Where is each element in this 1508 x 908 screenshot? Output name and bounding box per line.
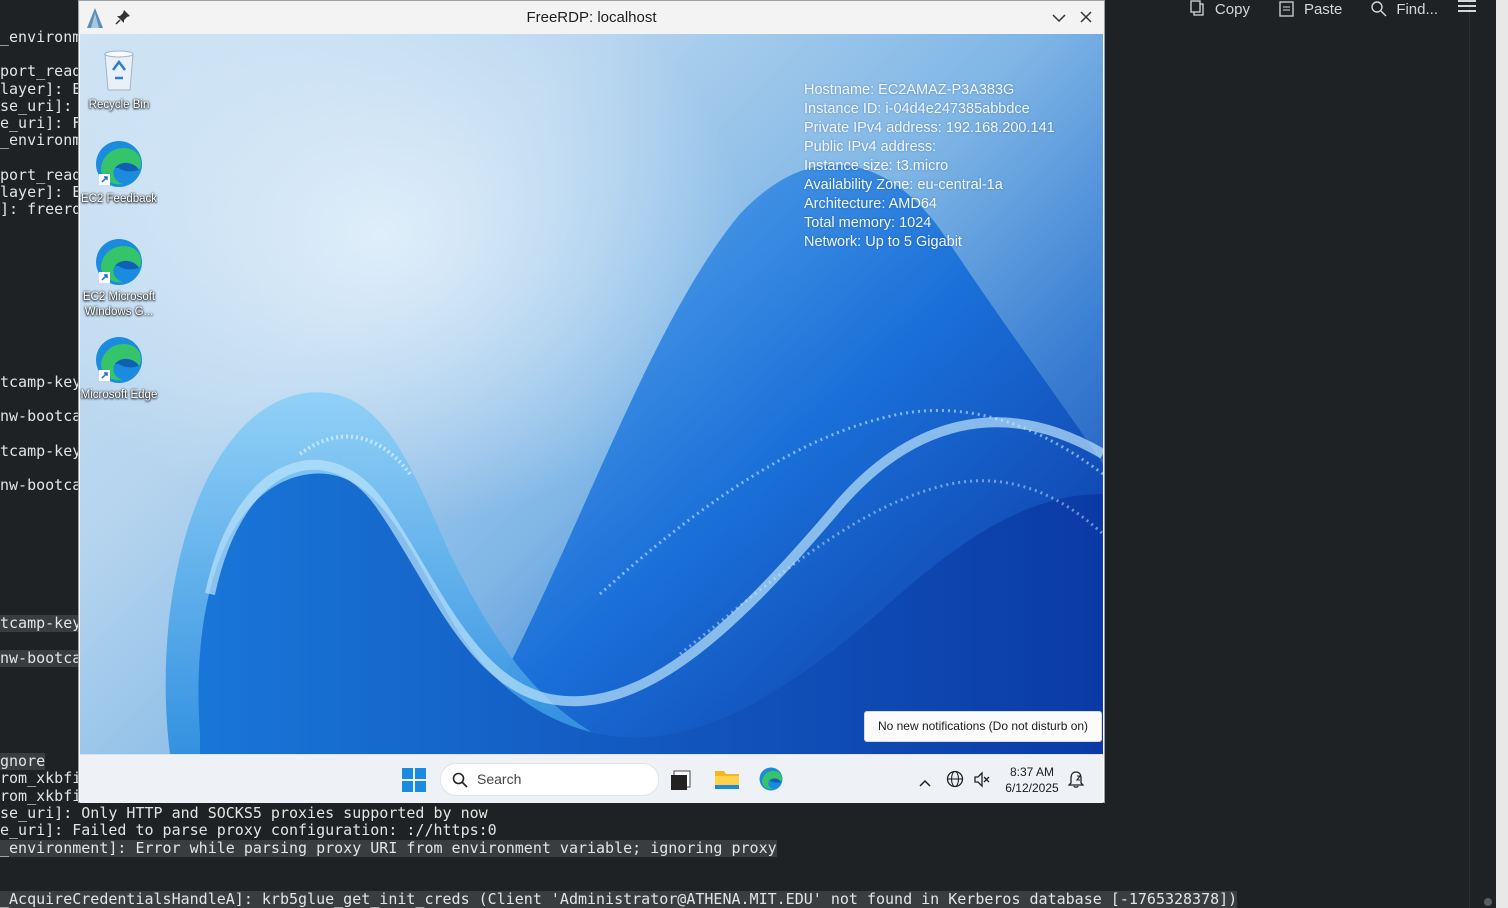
- sysinfo-availability-zone: Availability Zone: eu-central-1a: [804, 177, 1003, 193]
- windows-taskbar: Search 8:37 AM 6/12/2025: [80, 754, 1103, 803]
- desktop-icon-label: Microsoft Edge: [80, 389, 158, 401]
- copy-icon: [1190, 0, 1204, 16]
- paste-button[interactable]: Paste: [1278, 0, 1342, 18]
- desktop-icon-label: EC2 Feedback: [80, 193, 158, 205]
- copy-button[interactable]: Copy: [1189, 0, 1250, 18]
- terminal-line: rom_xkbfi: [0, 769, 82, 787]
- terminal-line: rom_xkbfi: [0, 787, 82, 805]
- terminal-line: se_uri]: Only HTTP and SOCKS5 proxies su…: [0, 804, 488, 822]
- terminal-line: nw-bootca: [0, 476, 82, 494]
- notifications-button[interactable]: [1067, 770, 1085, 792]
- screen-edge: [1496, 0, 1508, 908]
- desktop-icon-microsoft-edge[interactable]: Microsoft Edge: [80, 334, 158, 403]
- desktop-icon-label: EC2 Microsoft Windows G...: [82, 291, 156, 318]
- freerdp-window: FreeRDP: localhost Hostname: EC2AMAZ-P3A…: [79, 1, 1104, 803]
- edge-icon: [93, 334, 145, 386]
- terminal-line: se_uri]:: [0, 97, 82, 115]
- desktop-icon-label: Recycle Bin: [88, 99, 150, 111]
- folder-icon: [715, 771, 739, 789]
- file-explorer-button[interactable]: [714, 767, 740, 795]
- search-icon: [452, 772, 468, 788]
- system-info-overlay: Hostname: EC2AMAZ-P3A383G Instance ID: i…: [804, 81, 1055, 252]
- scrollbar-thumb[interactable]: [1484, 898, 1492, 906]
- show-hidden-icons-button[interactable]: [918, 773, 932, 792]
- terminal-line: layer]: E: [0, 80, 82, 98]
- task-view-button[interactable]: [670, 769, 692, 795]
- taskbar-clock[interactable]: 8:37 AM 6/12/2025: [1002, 764, 1062, 796]
- chevron-up-icon: [919, 779, 931, 787]
- desktop-icon-ec2-feedback[interactable]: EC2 Feedback: [80, 138, 158, 207]
- chevron-down-icon[interactable]: [1051, 11, 1067, 28]
- terminal-line: _environm: [0, 131, 82, 149]
- clock-date: 6/12/2025: [1005, 781, 1059, 795]
- edge-icon: [93, 138, 145, 190]
- volume-button[interactable]: [973, 771, 991, 792]
- edge-icon: [93, 236, 145, 288]
- sysinfo-instance-id: Instance ID: i-04d4e247385abbdce: [804, 101, 1030, 117]
- bell-dnd-icon: [1067, 771, 1085, 788]
- terminal-line: _environm: [0, 28, 82, 46]
- window-titlebar[interactable]: FreeRDP: localhost: [79, 1, 1104, 34]
- terminal-line: e_uri]: F: [0, 114, 82, 132]
- terminal-line: _AcquireCredentialsHandleA]: krb5glue_ge…: [0, 890, 1238, 908]
- terminal-toolbar: Copy Paste Find...: [1189, 0, 1438, 28]
- start-button[interactable]: [402, 768, 426, 796]
- find-label: Find...: [1396, 0, 1438, 18]
- terminal-line: port_read: [0, 166, 82, 184]
- terminal-line: layer]: E: [0, 183, 82, 201]
- close-icon[interactable]: [1079, 10, 1093, 28]
- menu-icon[interactable]: [1458, 0, 1476, 15]
- recycle-bin-icon: [93, 44, 145, 96]
- terminal-line: nw-bootca: [0, 649, 82, 667]
- remote-desktop[interactable]: Hostname: EC2AMAZ-P3A383G Instance ID: i…: [80, 34, 1103, 754]
- taskbar-search-box[interactable]: Search: [440, 763, 659, 796]
- task-view-icon: [671, 770, 691, 790]
- edge-taskbar-button[interactable]: [758, 766, 784, 796]
- terminal-line: ]: freerd: [0, 200, 82, 218]
- terminal-line: tcamp-key: [0, 442, 82, 460]
- globe-icon: [946, 770, 964, 788]
- edge-icon: [759, 767, 783, 791]
- sysinfo-network: Network: Up to 5 Gigabit: [804, 234, 962, 250]
- search-icon: [1371, 1, 1387, 17]
- clock-time: 8:37 AM: [1009, 765, 1055, 779]
- paste-label: Paste: [1303, 0, 1343, 18]
- windows-logo-icon: [402, 768, 426, 792]
- notification-toast[interactable]: No new notifications (Do not disturb on): [864, 711, 1102, 742]
- sysinfo-public-ip: Public IPv4 address:: [804, 139, 937, 155]
- desktop-icon-ec2-windows-guide[interactable]: EC2 Microsoft Windows G...: [80, 236, 158, 320]
- terminal-line: _environment]: Error while parsing proxy…: [0, 839, 777, 857]
- sysinfo-memory: Total memory: 1024: [804, 215, 932, 231]
- paste-icon: [1279, 1, 1294, 17]
- speaker-muted-icon: [974, 771, 990, 788]
- sysinfo-hostname: Hostname: EC2AMAZ-P3A383G: [804, 82, 1015, 98]
- window-title: FreeRDP: localhost: [526, 9, 657, 26]
- terminal-line: gnore: [0, 752, 46, 770]
- search-placeholder: Search: [477, 771, 522, 787]
- terminal-line: e_uri]: Failed to parse proxy configurat…: [0, 821, 497, 839]
- copy-label: Copy: [1214, 0, 1250, 18]
- sysinfo-private-ip: Private IPv4 address: 192.168.200.141: [804, 120, 1055, 136]
- network-button[interactable]: [946, 770, 964, 792]
- terminal-line: tcamp-key: [0, 614, 82, 632]
- sysinfo-instance-size: Instance size: t3.micro: [804, 158, 949, 174]
- terminal-line: nw-bootca: [0, 407, 82, 425]
- terminal-line: port_read: [0, 62, 82, 80]
- desktop-icon-recycle-bin[interactable]: Recycle Bin: [80, 44, 158, 113]
- find-button[interactable]: Find...: [1370, 0, 1438, 18]
- sysinfo-architecture: Architecture: AMD64: [804, 196, 937, 212]
- terminal-line: tcamp-key: [0, 373, 82, 391]
